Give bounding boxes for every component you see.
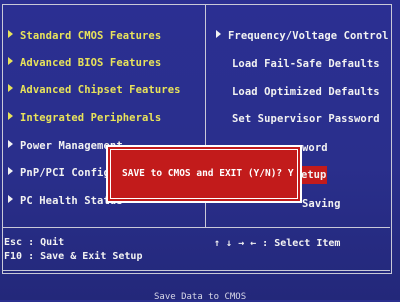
menu-item-load-fail-safe[interactable]: Load Fail-Safe Defaults (232, 58, 380, 70)
help-esc-quit: Esc : Quit (4, 237, 65, 248)
menu-item-save-exit-setup[interactable]: etup (301, 166, 327, 184)
triangle-pointer-icon (8, 167, 13, 175)
menu-item-advanced-chipset[interactable]: Advanced Chipset Features (8, 84, 181, 96)
dialog-prompt: SAVE to CMOS and EXIT (Y/N)? Y (122, 168, 294, 179)
status-text: Save Data to CMOS (154, 292, 247, 302)
menu-item-set-user-password[interactable]: word (302, 142, 328, 154)
triangle-pointer-icon (8, 84, 13, 92)
menu-item-load-optimized[interactable]: Load Optimized Defaults (232, 86, 380, 98)
menu-item-advanced-bios[interactable]: Advanced BIOS Features (8, 57, 161, 69)
menu-item-standard-cmos[interactable]: Standard CMOS Features (8, 30, 161, 42)
menu-item-frequency-voltage[interactable]: Frequency/Voltage Control (216, 30, 389, 42)
triangle-pointer-icon (8, 30, 13, 38)
help-divider (3, 227, 390, 228)
triangle-pointer-icon (8, 195, 13, 203)
menu-item-set-supervisor-password[interactable]: Set Supervisor Password (232, 113, 380, 125)
bios-frame (2, 4, 392, 274)
triangle-pointer-icon (8, 112, 13, 120)
status-divider (3, 270, 390, 271)
menu-item-integrated-peripherals[interactable]: Integrated Peripherals (8, 112, 161, 124)
triangle-pointer-icon (8, 57, 13, 65)
help-select-item: ↑ ↓ → ← : Select Item (214, 238, 341, 249)
save-exit-dialog[interactable]: SAVE to CMOS and EXIT (Y/N)? Y (106, 145, 302, 203)
triangle-pointer-icon (216, 30, 221, 38)
triangle-pointer-icon (8, 140, 13, 148)
help-f10-save-exit: F10 : Save & Exit Setup (4, 251, 143, 262)
menu-item-exit-without-saving[interactable]: Saving (302, 198, 341, 210)
bios-screen: Standard CMOS Features Advanced BIOS Fea… (0, 0, 400, 302)
